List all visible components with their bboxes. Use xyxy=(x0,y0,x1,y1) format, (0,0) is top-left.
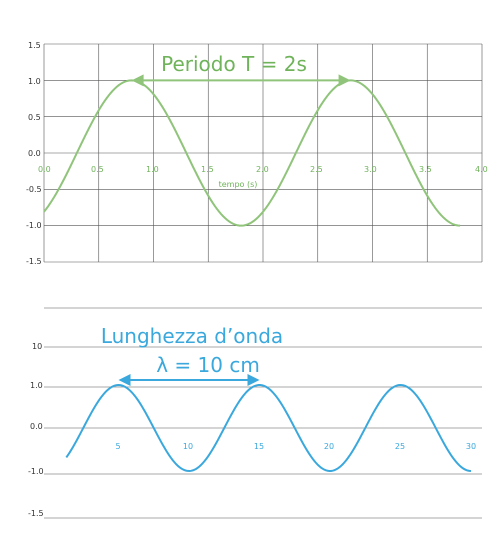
arrow-head-left xyxy=(131,74,144,87)
x-tick-label: 3.5 xyxy=(419,165,432,174)
y-tick-label: 0.5 xyxy=(28,113,41,122)
y-tick-label: 1.0 xyxy=(30,381,43,390)
period-chart-x-ticks: 0.0 0.5 1.0 1.5 2.0 2.5 3.0 3.5 4.0 xyxy=(38,165,488,174)
x-tick-label: 4.0 xyxy=(475,165,488,174)
arrow-head-right xyxy=(338,74,351,87)
period-chart-grid xyxy=(43,43,483,263)
x-tick-label: 0.5 xyxy=(91,165,104,174)
x-tick-label: 15 xyxy=(254,442,264,451)
x-tick-label: 30 xyxy=(466,442,476,451)
x-tick-label: 1.5 xyxy=(201,165,214,174)
x-tick-label: 0.0 xyxy=(38,165,51,174)
x-tick-label: 2.0 xyxy=(256,165,269,174)
y-tick-label: -1.0 xyxy=(26,221,42,230)
y-tick-label: -1.5 xyxy=(26,257,42,266)
period-annotation: Periodo T = 2s xyxy=(161,52,307,76)
x-tick-label: 2.5 xyxy=(310,165,323,174)
y-tick-label: 0.0 xyxy=(30,422,43,431)
x-tick-label: 20 xyxy=(324,442,334,451)
wavelength-chart-x-ticks: 5 10 15 20 25 30 xyxy=(115,442,476,451)
y-tick-label: -0.5 xyxy=(26,185,42,194)
wave-charts: 1.5 1.0 0.5 0.0 -0.5 -1.0 -1.5 0.0 0.5 1… xyxy=(26,41,488,519)
wavelength-chart-y-ticks: 10 1.0 0.0 -1.0 -1.5 xyxy=(28,342,44,518)
y-tick-label: 10 xyxy=(32,342,42,351)
x-tick-label: 3.0 xyxy=(364,165,377,174)
y-tick-label: 0.0 xyxy=(28,149,41,158)
x-tick-label: 25 xyxy=(395,442,405,451)
y-tick-label: -1.5 xyxy=(28,509,44,518)
y-tick-label: 1.5 xyxy=(28,41,41,50)
wavelength-chart: 10 1.0 0.0 -1.0 -1.5 5 10 15 20 25 30 Lu… xyxy=(28,307,482,519)
x-axis-label: tempo (s) xyxy=(219,180,258,189)
x-tick-label: 5 xyxy=(115,442,120,451)
period-chart-y-ticks: 1.5 1.0 0.5 0.0 -0.5 -1.0 -1.5 xyxy=(26,41,42,266)
y-tick-label: 1.0 xyxy=(28,77,41,86)
x-tick-label: 10 xyxy=(183,442,193,451)
x-tick-label: 1.0 xyxy=(146,165,159,174)
wavelength-annotation-value: λ = 10 cm xyxy=(156,353,260,377)
period-chart: 1.5 1.0 0.5 0.0 -0.5 -1.0 -1.5 0.0 0.5 1… xyxy=(26,41,488,266)
wavelength-annotation-title: Lunghezza d’onda xyxy=(101,324,283,348)
y-tick-label: -1.0 xyxy=(28,467,44,476)
